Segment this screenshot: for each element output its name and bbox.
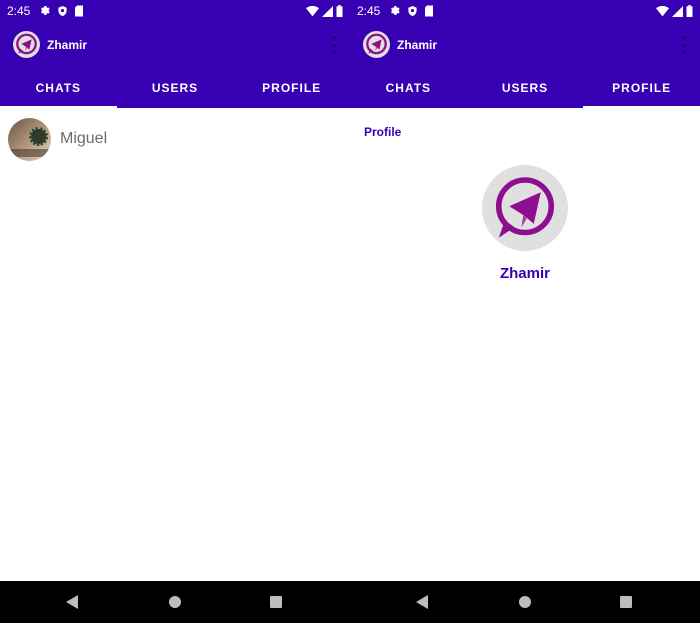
app-bar: Zhamir	[350, 22, 700, 68]
telegram-logo-icon	[13, 31, 40, 58]
tab-bar: CHATS USERS PROFILE	[0, 68, 350, 108]
status-time: 2:45	[7, 4, 31, 18]
status-bar: 2:45	[350, 0, 700, 22]
settings-gear-icon	[40, 6, 50, 15]
more-vert-icon[interactable]	[331, 36, 337, 54]
chat-contact-name: Miguel	[60, 130, 108, 147]
shield-icon	[408, 5, 417, 17]
system-nav-bar	[0, 581, 350, 623]
home-icon[interactable]	[169, 596, 181, 608]
app-bar: Zhamir	[0, 22, 350, 68]
profile-avatar[interactable]	[482, 165, 568, 251]
home-icon[interactable]	[519, 596, 531, 608]
wifi-icon	[306, 5, 319, 16]
avatar	[8, 117, 51, 161]
tab-chats[interactable]: CHATS	[0, 68, 117, 108]
tab-users[interactable]: USERS	[467, 68, 584, 108]
signal-icon	[672, 5, 683, 17]
system-nav-bar	[350, 581, 700, 623]
signal-icon	[322, 5, 333, 17]
settings-gear-icon	[390, 6, 400, 15]
status-time: 2:45	[357, 4, 381, 18]
back-icon[interactable]	[66, 595, 78, 609]
wifi-icon	[656, 5, 669, 16]
sd-card-icon	[425, 5, 433, 17]
battery-icon	[686, 5, 693, 17]
tab-profile[interactable]: PROFILE	[233, 68, 350, 108]
app-title: Zhamir	[397, 38, 438, 52]
status-bar: 2:45	[0, 0, 350, 22]
sd-card-icon	[75, 5, 83, 17]
app-title: Zhamir	[47, 38, 88, 52]
telegram-logo-icon	[495, 177, 555, 238]
tab-profile[interactable]: PROFILE	[583, 68, 700, 108]
more-vert-icon[interactable]	[681, 36, 687, 54]
profile-name: Zhamir	[499, 265, 550, 282]
tab-bar: CHATS USERS PROFILE	[350, 68, 700, 108]
profile-screen: 2:45 Zhamir CHATS USERS PROFILE Profile …	[350, 0, 700, 623]
profile-section-label: Profile	[364, 125, 402, 139]
shield-icon	[58, 5, 67, 17]
recents-icon[interactable]	[270, 596, 282, 608]
telegram-logo-icon	[363, 31, 390, 58]
recents-icon[interactable]	[620, 596, 632, 608]
tab-users[interactable]: USERS	[117, 68, 234, 108]
back-icon[interactable]	[416, 595, 428, 609]
chats-screen: 2:45 Zhamir CHATS USERS PROFILE Miguel	[0, 0, 350, 623]
chat-list-item[interactable]: Miguel	[8, 117, 338, 161]
tab-chats[interactable]: CHATS	[350, 68, 467, 108]
battery-icon	[336, 5, 343, 17]
